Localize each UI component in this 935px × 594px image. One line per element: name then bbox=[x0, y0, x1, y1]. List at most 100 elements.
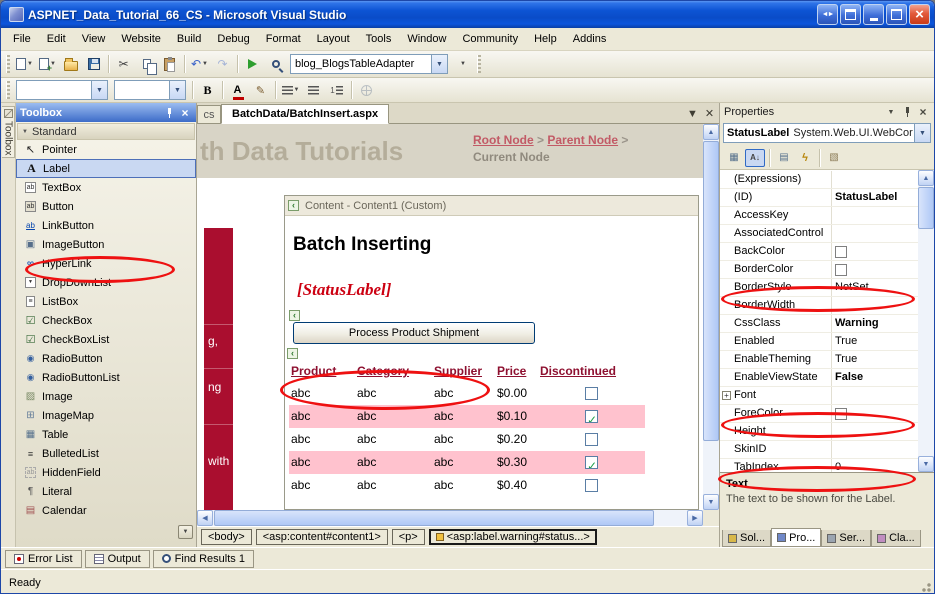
chevron-down-icon[interactable]: ▼ bbox=[884, 105, 898, 119]
property-value[interactable] bbox=[832, 387, 921, 404]
expand-icon[interactable] bbox=[722, 391, 731, 400]
toolbox-item-literal[interactable]: ¶ Literal bbox=[16, 482, 196, 501]
cut-button[interactable]: ✂ bbox=[112, 53, 135, 75]
toolbox-item-hyperlink[interactable]: ∞ HyperLink bbox=[16, 254, 196, 273]
property-value[interactable]: False bbox=[832, 369, 921, 386]
align-button[interactable]: ▼ bbox=[279, 79, 302, 101]
toolbox-item-radiobuttonlist[interactable]: ◉ RadioButtonList bbox=[16, 368, 196, 387]
document-tab-active[interactable]: BatchData/BatchInsert.aspx bbox=[221, 104, 390, 124]
numbered-list-button[interactable]: 1 bbox=[325, 79, 348, 101]
scroll-down-button[interactable]: ▼ bbox=[703, 494, 719, 510]
discontinued-checkbox[interactable] bbox=[585, 433, 598, 446]
object-selector-combo[interactable]: StatusLabel System.Web.UI.WebCor ▼ bbox=[723, 123, 931, 143]
document-tab-partial[interactable]: cs bbox=[197, 105, 221, 123]
property-value[interactable]: NotSet bbox=[832, 279, 921, 296]
menu-file[interactable]: File bbox=[5, 30, 39, 48]
tab-solution-explorer[interactable]: Sol... bbox=[722, 530, 772, 547]
property-row-enableviewstate[interactable]: EnableViewState False bbox=[720, 369, 921, 387]
property-value[interactable]: 0 bbox=[832, 459, 921, 472]
property-row-font[interactable]: Font bbox=[720, 387, 921, 405]
column-header-category[interactable]: Category bbox=[355, 361, 432, 382]
add-item-button[interactable]: ▼ bbox=[36, 53, 59, 75]
font-name-combo[interactable]: ▼ bbox=[114, 80, 186, 100]
property-value[interactable]: True bbox=[832, 333, 921, 350]
discontinued-checkbox[interactable] bbox=[585, 456, 598, 469]
categorized-button[interactable] bbox=[724, 149, 744, 167]
discontinued-checkbox[interactable] bbox=[585, 387, 598, 400]
toolbar-grip[interactable] bbox=[6, 55, 10, 73]
toolbox-scroll-down-button[interactable]: ▼ bbox=[178, 525, 193, 539]
toolbox-item-bulletedlist[interactable]: ≡ BulletedList bbox=[16, 444, 196, 463]
toolbox-item-image[interactable]: ▨ Image bbox=[16, 387, 196, 406]
toolbox-item-dropdownlist[interactable]: ▼ DropDownList bbox=[16, 273, 196, 292]
toolbox-autohide-tab[interactable]: Toolbox bbox=[2, 106, 15, 159]
products-gridview[interactable]: Product Category Supplier Price Disconti… bbox=[289, 361, 645, 497]
vertical-scrollbar[interactable]: ▲ ▼ bbox=[703, 124, 719, 510]
menu-tools[interactable]: Tools bbox=[358, 30, 400, 48]
close-icon[interactable] bbox=[916, 105, 930, 119]
process-product-shipment-button[interactable]: Process Product Shipment bbox=[293, 322, 535, 344]
breadcrumb-root-link[interactable]: Root Node bbox=[473, 133, 534, 147]
toolbox-group-standard[interactable]: ▼ Standard bbox=[17, 123, 195, 140]
toolbox-item-calendar[interactable]: ▤ Calendar bbox=[16, 501, 196, 520]
properties-view-button[interactable] bbox=[774, 149, 794, 167]
toolbar-grip[interactable] bbox=[477, 55, 481, 73]
discontinued-checkbox[interactable] bbox=[585, 410, 598, 423]
property-value[interactable]: True bbox=[832, 351, 921, 368]
menu-layout[interactable]: Layout bbox=[309, 30, 358, 48]
toolbox-item-radiobutton[interactable]: ◉ RadioButton bbox=[16, 349, 196, 368]
menu-view[interactable]: View bbox=[74, 30, 114, 48]
scrollbar-thumb[interactable] bbox=[703, 141, 719, 441]
copy-button[interactable] bbox=[135, 53, 158, 75]
content-placeholder[interactable]: Content - Content1 (Custom) Batch Insert… bbox=[284, 195, 699, 510]
property-row-skinid[interactable]: SkinID bbox=[720, 441, 921, 459]
property-row-cssclass[interactable]: CssClass Warning bbox=[720, 315, 921, 333]
paste-button[interactable] bbox=[158, 53, 181, 75]
property-value[interactable] bbox=[832, 171, 921, 188]
toolbox-item-imagebutton[interactable]: ▣ ImageButton bbox=[16, 235, 196, 254]
column-header-product[interactable]: Product bbox=[289, 361, 355, 382]
close-button[interactable] bbox=[909, 4, 930, 25]
toolbox-item-hiddenfield[interactable]: ab HiddenField bbox=[16, 463, 196, 482]
property-value[interactable] bbox=[832, 297, 921, 314]
restore-button[interactable] bbox=[886, 4, 907, 25]
toolbox-item-listbox[interactable]: ≡ ListBox bbox=[16, 292, 196, 311]
property-row-accesskey[interactable]: AccessKey bbox=[720, 207, 921, 225]
scroll-down-button[interactable]: ▼ bbox=[918, 456, 934, 472]
property-value[interactable]: StatusLabel bbox=[832, 189, 921, 206]
new-file-button[interactable]: ▼ bbox=[13, 53, 36, 75]
design-surface[interactable]: th Data Tutorials Root Node > Parent Nod… bbox=[197, 124, 703, 510]
start-debugging-button[interactable] bbox=[241, 53, 264, 75]
property-row-forecolor[interactable]: ForeColor bbox=[720, 405, 921, 423]
resize-grip[interactable] bbox=[919, 580, 932, 593]
property-row-bordercolor[interactable]: BorderColor bbox=[720, 261, 921, 279]
horizontal-scrollbar[interactable]: ◀ ▶ bbox=[197, 510, 703, 526]
property-row-height[interactable]: Height bbox=[720, 423, 921, 441]
column-header-price[interactable]: Price bbox=[495, 361, 538, 382]
toolbox-item-checkbox[interactable]: ☑ CheckBox bbox=[16, 311, 196, 330]
bold-button[interactable]: B bbox=[196, 79, 219, 101]
events-button[interactable] bbox=[795, 149, 815, 167]
title-bar[interactable]: ASPNET_Data_Tutorial_66_CS - Microsoft V… bbox=[1, 1, 934, 28]
property-row-enabletheming[interactable]: EnableTheming True bbox=[720, 351, 921, 369]
find-in-files-button[interactable] bbox=[264, 53, 287, 75]
property-row-backcolor[interactable]: BackColor bbox=[720, 243, 921, 261]
scroll-up-button[interactable]: ▲ bbox=[918, 170, 934, 186]
property-value[interactable] bbox=[832, 441, 921, 458]
tag-asp-content[interactable]: <asp:content#content1> bbox=[255, 529, 388, 545]
highlight-button[interactable]: ✎ bbox=[249, 79, 272, 101]
tag-asp-label-selected[interactable]: <asp:label.warning#status...> bbox=[428, 529, 597, 545]
property-value[interactable] bbox=[832, 405, 921, 422]
status-label-control[interactable]: [StatusLabel] bbox=[297, 280, 391, 300]
tab-list-dropdown-button[interactable]: ▼ bbox=[685, 106, 700, 121]
property-pages-button[interactable] bbox=[824, 149, 844, 167]
menu-window[interactable]: Window bbox=[399, 30, 454, 48]
menu-community[interactable]: Community bbox=[454, 30, 526, 48]
close-icon[interactable] bbox=[178, 106, 192, 120]
toolbox-item-linkbutton[interactable]: ab LinkButton bbox=[16, 216, 196, 235]
menu-format[interactable]: Format bbox=[258, 30, 309, 48]
property-row-borderwidth[interactable]: BorderWidth bbox=[720, 297, 921, 315]
menu-build[interactable]: Build bbox=[169, 30, 209, 48]
tab-error-list[interactable]: Error List bbox=[5, 549, 82, 568]
scroll-up-button[interactable]: ▲ bbox=[703, 124, 719, 140]
